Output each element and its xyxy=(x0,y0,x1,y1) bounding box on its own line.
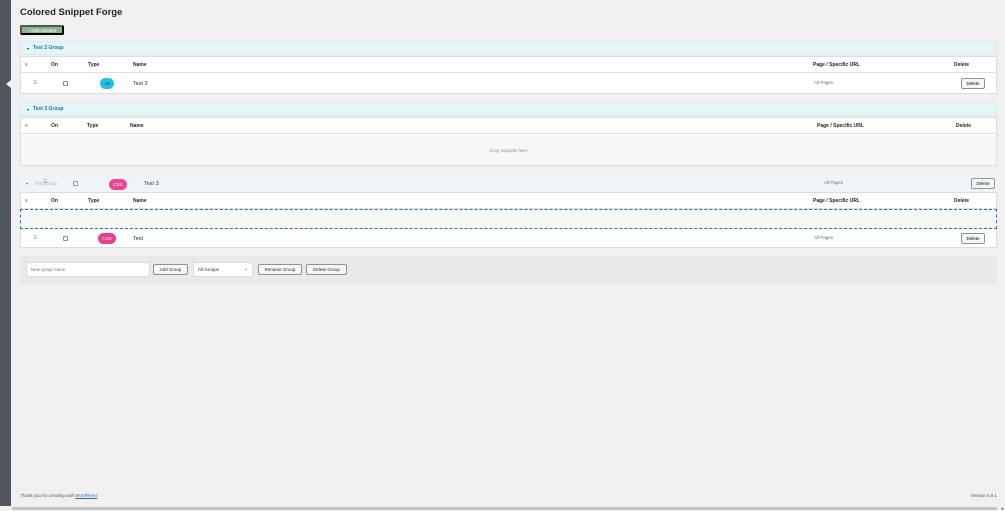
drag-column-icon: ≡ xyxy=(25,62,28,68)
col-delete: Delete xyxy=(954,62,970,68)
new-group-input[interactable] xyxy=(26,262,150,277)
col-pages: Page / Specific URL xyxy=(813,62,860,68)
table-header: ≡ On Type Name Page / Specific URL Delet… xyxy=(21,193,996,209)
group-name: Test 2 Group xyxy=(33,45,64,51)
page-title: Colored Snippet Forge xyxy=(20,7,123,18)
type-badge: CSS xyxy=(98,233,116,244)
wordpress-link[interactable]: WordPress xyxy=(75,493,97,498)
col-name: Name xyxy=(130,123,144,129)
scrollbar-thumb[interactable] xyxy=(12,507,997,510)
group-header[interactable]: ▾ Test 3 Group xyxy=(20,102,997,116)
delete-snippet-button[interactable]: Delete xyxy=(961,78,985,89)
active-menu-indicator xyxy=(6,80,11,88)
col-type: Type xyxy=(88,198,100,204)
delete-snippet-button[interactable]: Delete xyxy=(971,178,995,189)
col-delete: Delete xyxy=(954,198,970,204)
drag-handle-icon[interactable]: ☰ xyxy=(33,80,37,86)
snippet-name[interactable]: Test 3 xyxy=(144,181,159,187)
group-controls: Add Group All Groups ⌄ Rename Group Dele… xyxy=(20,256,997,284)
drag-handle-icon[interactable]: ☰ xyxy=(43,179,47,185)
footer-thanks: Thank you for creating with WordPress. xyxy=(20,493,99,498)
footer-thanks-text: Thank you for creating with xyxy=(20,493,75,498)
delete-snippet-button[interactable]: Delete xyxy=(961,233,985,244)
drag-column-icon: ≡ xyxy=(25,198,28,204)
type-badge: CSS xyxy=(109,179,127,190)
group-header[interactable]: ▾ Test 2 Group xyxy=(20,41,997,55)
collapse-toggle-icon[interactable]: ▾ xyxy=(26,181,28,186)
enable-checkbox[interactable] xyxy=(63,81,68,86)
collapse-toggle-icon[interactable]: ▾ xyxy=(27,46,29,51)
footer-version: Version 6.9.1 xyxy=(970,493,997,498)
table-header: ≡ On Type Name Page / Specific URL Delet… xyxy=(21,57,996,73)
snippet-pages: All Pages xyxy=(824,180,844,185)
delete-group-button[interactable]: Delete Group xyxy=(306,264,347,275)
footer-period: . xyxy=(97,493,99,498)
table-row: ☰ CSS Test All Pages Delete xyxy=(21,229,996,249)
col-on: On xyxy=(51,62,58,68)
snippet-pages: All Pages xyxy=(814,235,834,240)
drag-column-icon: ≡ xyxy=(25,123,28,129)
group-select[interactable]: All Groups ⌄ xyxy=(193,262,253,277)
snippet-table: ≡ On Type Name Page / Specific URL Delet… xyxy=(20,117,997,166)
chevron-down-icon: ⌄ xyxy=(243,266,248,272)
empty-dropzone: Drag snippets here xyxy=(21,135,996,165)
horizontal-scrollbar[interactable]: ▸ xyxy=(0,506,1005,511)
snippet-name[interactable]: Test 2 xyxy=(133,81,148,87)
col-pages: Page / Specific URL xyxy=(817,123,864,129)
col-name: Name xyxy=(133,198,147,204)
enable-checkbox[interactable] xyxy=(73,181,78,186)
drag-handle-icon[interactable]: ☰ xyxy=(33,235,37,241)
snippet-name[interactable]: Test xyxy=(133,236,143,242)
col-on: On xyxy=(51,123,58,129)
type-badge: JS xyxy=(100,78,114,89)
drop-placeholder xyxy=(20,209,997,229)
col-delete: Delete xyxy=(956,123,972,129)
group-select-value: All Groups xyxy=(198,267,220,272)
add-snippet-button[interactable]: + Add Snippet xyxy=(20,25,64,35)
admin-sidebar xyxy=(0,0,11,506)
add-group-button[interactable]: Add Group xyxy=(153,264,188,275)
col-type: Type xyxy=(88,62,100,68)
table-row: ☰ JS Test 2 All Pages Delete xyxy=(21,74,996,94)
snippet-pages: All Pages xyxy=(814,80,834,85)
collapse-toggle-icon[interactable]: ▾ xyxy=(27,107,29,112)
enable-checkbox[interactable] xyxy=(63,236,68,241)
col-on: On xyxy=(51,198,58,204)
col-type: Type xyxy=(87,123,99,129)
group-name: Test 3 Group xyxy=(33,106,64,112)
scroll-right-icon[interactable]: ▸ xyxy=(1001,506,1004,511)
col-name: Name xyxy=(133,62,147,68)
table-header: ≡ On Type Name Page / Specific URL Delet… xyxy=(21,118,996,134)
dragging-row[interactable]: ▾ Test Group ☰ CSS Test 3 All Pages Dele… xyxy=(20,175,997,193)
col-pages: Page / Specific URL xyxy=(813,198,860,204)
snippet-table: ≡ On Type Name Page / Specific URL Delet… xyxy=(20,56,997,94)
rename-group-button[interactable]: Rename Group xyxy=(258,264,302,275)
